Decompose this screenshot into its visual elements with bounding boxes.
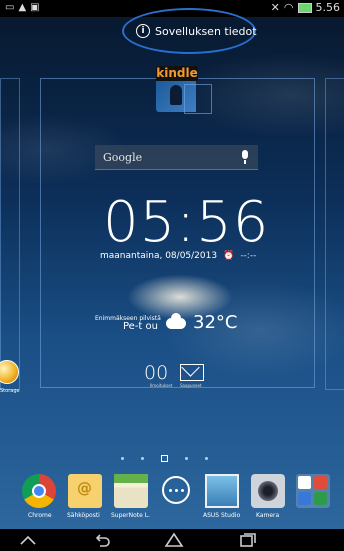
- screenshot-icon: ▭: [5, 2, 15, 13]
- temperature[interactable]: 32°C: [193, 312, 237, 333]
- page-dot: [121, 457, 124, 460]
- cloud-icon: [166, 313, 186, 329]
- collapse-icon[interactable]: [18, 532, 38, 548]
- gplus-icon: [314, 492, 327, 505]
- google-search-widget[interactable]: Google: [95, 145, 258, 170]
- page-dot: [185, 457, 188, 460]
- warning-icon: ▲: [18, 2, 27, 13]
- notification-icon: ▣: [30, 2, 40, 13]
- app-info-label: Sovelluksen tiedot: [155, 24, 257, 38]
- maps-icon: [314, 476, 327, 489]
- google-folder-icon[interactable]: [296, 474, 330, 508]
- inbox-label: Saapuneet: [180, 383, 202, 388]
- clock-time[interactable]: 05:56: [103, 190, 269, 255]
- missed-calls-count[interactable]: 00: [144, 362, 168, 384]
- app-drawer-button[interactable]: [162, 476, 190, 504]
- microphone-icon[interactable]: [242, 150, 248, 164]
- mute-icon: ✕: [270, 1, 280, 14]
- missed-calls-label: Ilmoitukset: [150, 383, 173, 388]
- recent-apps-icon[interactable]: [238, 532, 258, 548]
- alarm-icon: ⏰: [223, 251, 235, 261]
- page-dot: [205, 457, 208, 460]
- page-dot-current: [161, 455, 168, 462]
- kindle-label: kindle: [156, 66, 198, 81]
- page-dot: [141, 457, 144, 460]
- side-panel-left[interactable]: [0, 78, 20, 390]
- page-indicator: [121, 455, 208, 462]
- wifi-icon: ◠: [283, 1, 294, 14]
- app-info-target[interactable]: i Sovelluksen tiedot: [122, 8, 257, 54]
- google-icon: [298, 492, 311, 505]
- play-store-icon: [298, 476, 311, 489]
- email-app-icon[interactable]: [68, 474, 102, 508]
- drawer-dot: [181, 489, 184, 492]
- asus-studio-app-icon[interactable]: [205, 474, 239, 508]
- dock-label-supernote: SuperNote L.: [111, 512, 150, 519]
- clock-date: maanantaina, 08/05/2013: [100, 251, 218, 261]
- navigation-bar: [0, 529, 344, 551]
- supernote-app-icon[interactable]: [114, 474, 148, 508]
- info-icon: i: [136, 24, 150, 38]
- weather-day: Pe-t ou: [123, 321, 158, 332]
- dock-label-camera: Kamera: [256, 512, 280, 519]
- drawer-dot: [175, 489, 178, 492]
- clock-status: 5.56: [315, 1, 341, 14]
- dock-label-email: Sähköposti: [67, 512, 100, 519]
- camera-app-icon[interactable]: [251, 474, 285, 508]
- alarm-time: --:--: [240, 251, 257, 261]
- battery-icon: [297, 2, 312, 13]
- back-icon[interactable]: [92, 532, 112, 548]
- dock-label-studio: ASUS Studio: [203, 512, 241, 519]
- drop-placeholder: [184, 84, 212, 114]
- home-icon[interactable]: [164, 532, 184, 548]
- search-label: Google: [103, 151, 143, 164]
- drawer-dot: [169, 489, 172, 492]
- clock-date-row: maanantaina, 08/05/2013 ⏰ --:--: [100, 251, 256, 261]
- side-panel-right[interactable]: [325, 78, 344, 390]
- dock-label-chrome: Chrome: [28, 512, 52, 519]
- chrome-app-icon[interactable]: [22, 474, 56, 508]
- mail-icon[interactable]: [180, 364, 204, 381]
- storage-label: Storage: [0, 388, 20, 394]
